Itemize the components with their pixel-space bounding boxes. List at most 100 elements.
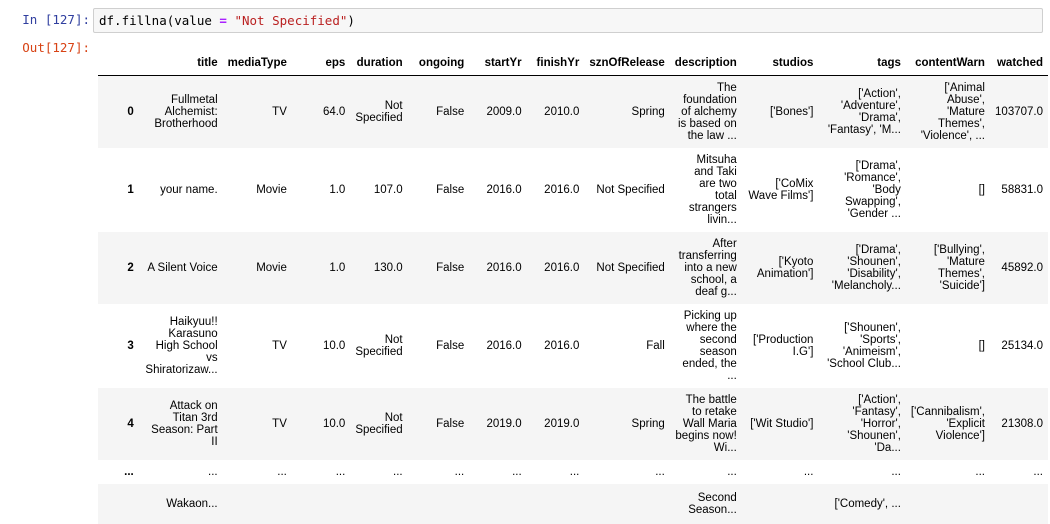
cell-duration: Not Specified — [350, 387, 408, 460]
output-prompt: Out[127]: — [22, 40, 90, 55]
cell-eps — [291, 483, 351, 524]
cell-finishYr: 2016.0 — [526, 231, 585, 304]
cell-startYr: 2009.0 — [469, 75, 527, 148]
cell-eps: ... — [335, 465, 346, 478]
cell-contentWarn: ['Animal Abuse', 'Mature Themes', 'Viole… — [905, 75, 990, 148]
row-index: 4 — [98, 387, 139, 460]
row-index: 1 — [127, 183, 134, 196]
input-row: In [127]: df.fillna(value = "Not Specifi… — [0, 0, 1050, 40]
column-header-sznOfRelease: sznOfRelease — [584, 50, 670, 76]
cell-ongoing — [407, 483, 470, 524]
cell-watched: 45892.0 — [989, 231, 1048, 304]
column-header-finishYr: finishYr — [526, 50, 585, 76]
cell-ongoing: False — [436, 339, 465, 352]
code-editor[interactable]: df.fillna(value = "Not Specified") — [93, 8, 1043, 33]
cell-title: Fullmetal Alchemist: Brotherhood — [138, 75, 223, 148]
code-string: "Not Specified" — [234, 13, 348, 28]
cell-startYr: 2016.0 — [486, 183, 522, 196]
row-index: 3 — [127, 339, 134, 352]
column-header-eps: eps — [291, 50, 351, 76]
cell-description: The foundation of alchemy is based on th… — [669, 75, 742, 148]
column-header-duration: duration — [350, 50, 408, 76]
column-header-mediaType: mediaType — [222, 50, 292, 76]
cell-description: Picking up where the second season ended… — [682, 309, 737, 382]
column-header-studios: studios — [741, 50, 819, 76]
row-index: 2 — [98, 231, 139, 304]
cell-ongoing: False — [407, 75, 470, 148]
cell-eps: 64.0 — [291, 75, 351, 148]
table-row: 0 Fullmetal Alchemist: Brotherhood TV 64.0 N… — [98, 75, 1048, 148]
table-row: Wakaon... Second Season... ['Comedy', ... — [98, 483, 1048, 524]
cell-finishYr: 2016.0 — [544, 183, 580, 196]
cell-tags: ['Shounen', 'Sports', 'Animeism', 'Schoo… — [827, 321, 901, 370]
cell-studios: ['CoMix Wave Films'] — [748, 177, 814, 202]
table-row: 3 Haikyuu!! Karasuno High School vs Shira… — [98, 304, 1048, 388]
cell-eps: 1.0 — [291, 231, 351, 304]
cell-contentWarn: [] — [978, 183, 985, 196]
column-header-index — [98, 50, 139, 76]
column-header-title: title — [138, 50, 223, 76]
cell-description: After transferring into a new school, a … — [669, 231, 742, 304]
cell-ongoing: False — [436, 183, 465, 196]
cell-studios: ['Kyoto Animation'] — [741, 231, 819, 304]
cell-finishYr: 2019.0 — [526, 387, 585, 460]
cell-studios: ['Bones'] — [741, 75, 819, 148]
cell-tags: ['Comedy', ... — [818, 483, 906, 524]
cell-finishYr: 2010.0 — [526, 75, 585, 148]
cell-ongoing: False — [407, 231, 470, 304]
cell-sznOfRelease: Not Specified — [596, 183, 665, 196]
cell-studios: ['Wit Studio'] — [741, 387, 819, 460]
code-operator: = — [219, 13, 227, 28]
cell-title: Haikyuu!! Karasuno High School vs Shirat… — [145, 315, 218, 376]
cell-title: your name. — [160, 183, 218, 196]
code-prefix: df.fillna(value — [99, 13, 220, 28]
cell-watched: 25134.0 — [1001, 339, 1043, 352]
cell-tags: ['Drama', 'Romance', 'Body Swapping', 'G… — [844, 159, 901, 220]
table-row: 4 Attack on Titan 3rd Season: Part II TV 10… — [98, 387, 1048, 460]
column-header-contentWarn: contentWarn — [905, 50, 990, 76]
input-prompt: In [127]: — [22, 12, 90, 27]
table-header: title mediaType eps duration ongoing startYr f… — [98, 50, 1048, 76]
cell-contentWarn — [905, 483, 990, 524]
cell-mediaType: TV — [222, 387, 292, 460]
cell-mediaType: Movie — [256, 183, 287, 196]
cell-duration: 130.0 — [350, 231, 408, 304]
cell-title: Attack on Titan 3rd Season: Part II — [138, 387, 223, 460]
code-suffix: ) — [347, 13, 355, 28]
cell-tags: ... — [891, 465, 901, 478]
cell-contentWarn: ... — [975, 465, 985, 478]
cell-mediaType — [222, 483, 292, 524]
cell-sznOfRelease: Spring — [584, 75, 670, 148]
cell-description: The battle to retake Wall Maria begins n… — [669, 387, 742, 460]
cell-startYr: 2019.0 — [469, 387, 527, 460]
table-body: 0 Fullmetal Alchemist: Brotherhood TV 64.0 N… — [98, 75, 1048, 524]
cell-contentWarn: [] — [978, 339, 985, 352]
cell-watched: 103707.0 — [989, 75, 1048, 148]
cell-watched: ... — [1033, 465, 1043, 478]
cell-title: ... — [208, 465, 218, 478]
cell-studios: ['Production I.G'] — [753, 333, 814, 358]
cell-watched: 21308.0 — [989, 387, 1048, 460]
cell-tags: ['Action', 'Adventure', 'Drama', 'Fantas… — [818, 75, 906, 148]
cell-duration: Not Specified — [350, 75, 408, 148]
cell-tags: ['Drama', 'Shounen', 'Disability', 'Mela… — [818, 231, 906, 304]
cell-startYr: 2016.0 — [486, 339, 522, 352]
table-row: 1 your name. Movie 1.0 107.0 False 2016.0 2016.… — [98, 148, 1048, 232]
cell-duration: Not Specified — [355, 333, 403, 358]
cell-studios: ... — [803, 465, 814, 478]
cell-finishYr — [526, 483, 585, 524]
row-index — [98, 483, 139, 524]
cell-startYr: 2016.0 — [469, 231, 527, 304]
cell-ongoing: ... — [454, 465, 465, 478]
column-header-ongoing: ongoing — [407, 50, 470, 76]
cell-duration: ... — [393, 465, 403, 478]
dataframe-table: title mediaType eps duration ongoing startYr f… — [98, 50, 1048, 524]
column-header-tags: tags — [818, 50, 906, 76]
cell-finishYr: ... — [569, 465, 580, 478]
cell-title: Wakaon... — [138, 483, 223, 524]
table-row: 2A Silent Voice Movie 1.0 130.0 False 2016.0 2… — [98, 231, 1048, 304]
header-row: title mediaType eps duration ongoing startYr f… — [98, 50, 1048, 76]
cell-mediaType: TV — [272, 339, 287, 352]
cell-watched: 58831.0 — [1001, 183, 1043, 196]
table-row-ellipsis: ........................................… — [98, 460, 1048, 484]
